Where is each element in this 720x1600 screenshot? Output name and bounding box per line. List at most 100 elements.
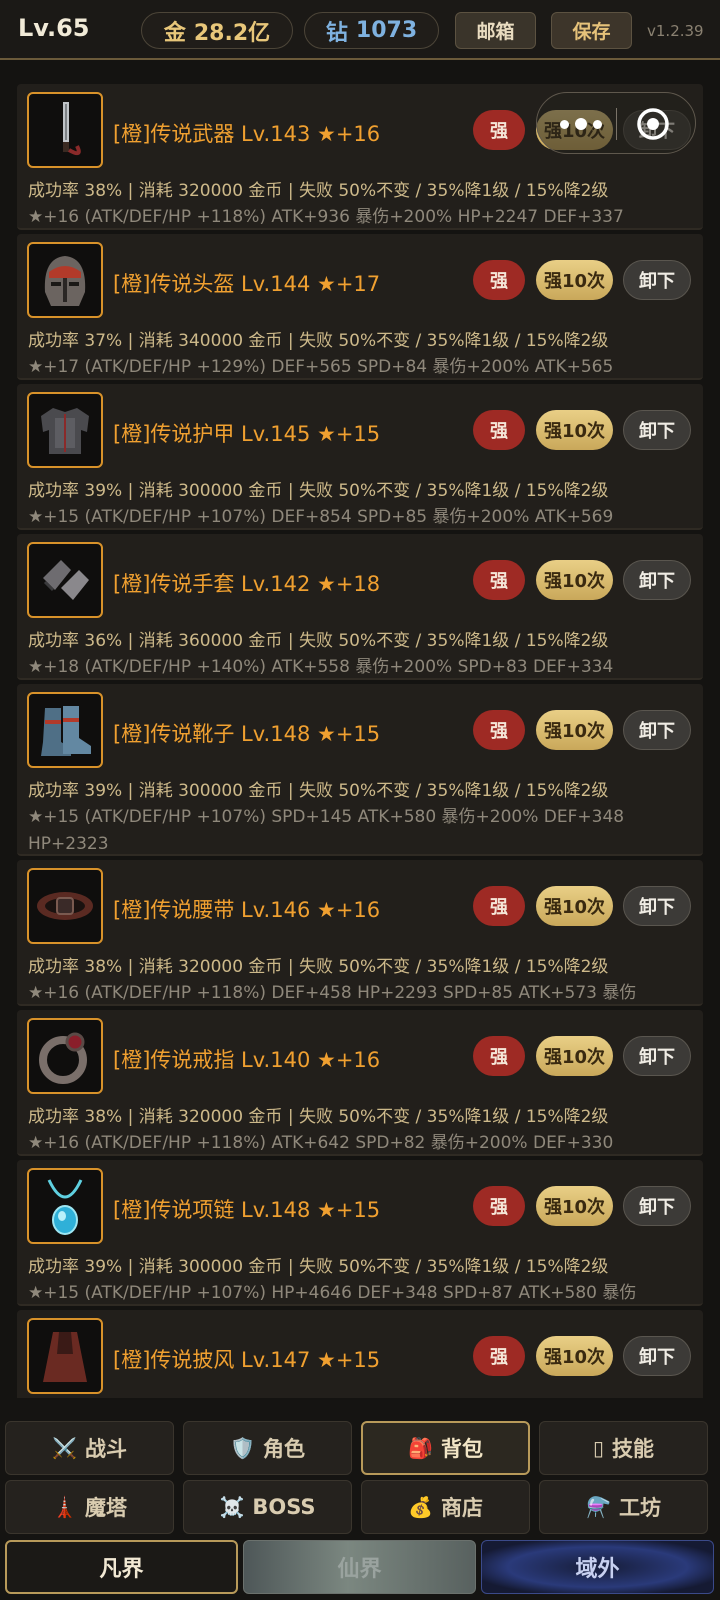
equipment-card-boots: [橙]传说靴子 Lv.148 ★+15 强 强10次 卸下 成功率 39% | …: [17, 684, 703, 856]
realm-mortal-tab[interactable]: 凡界: [5, 1540, 238, 1594]
capsule-divider: [616, 108, 617, 140]
equipment-title: [橙]传说腰带 Lv.146 ★+16: [113, 898, 381, 922]
nav-label: 角色: [262, 1437, 305, 1461]
enhance-button[interactable]: 强: [473, 260, 525, 300]
nav-label: 战斗: [84, 1437, 127, 1461]
unequip-button[interactable]: 卸下: [623, 260, 691, 300]
equipment-card-ring: [橙]传说戒指 Lv.140 ★+16 强 强10次 卸下 成功率 38% | …: [17, 1010, 703, 1180]
belt-icon: [27, 868, 103, 944]
enhance-10x-button[interactable]: 强10次: [536, 260, 613, 300]
equipment-title: [橙]传说项链 Lv.148 ★+15: [113, 1198, 381, 1222]
nav-label: 魔塔: [84, 1496, 127, 1520]
enhance-button[interactable]: 强: [473, 410, 525, 450]
armor-icon: [27, 392, 103, 468]
equipment-card-gauntlet: [橙]传说手套 Lv.142 ★+18 强 强10次 卸下 成功率 36% | …: [17, 534, 703, 704]
equipment-card-belt: [橙]传说腰带 Lv.146 ★+16 强 强10次 卸下 成功率 38% | …: [17, 860, 703, 1030]
unequip-button[interactable]: 卸下: [623, 886, 691, 926]
sword-icon: [27, 92, 103, 168]
money-bag-icon: 💰: [408, 1495, 433, 1519]
nav-label: 背包: [440, 1437, 483, 1461]
unequip-button[interactable]: 卸下: [623, 710, 691, 750]
diamond-label: 钻: [325, 20, 348, 46]
realm-immortal-tab[interactable]: 仙界: [243, 1540, 476, 1594]
nav-label: 技能: [612, 1437, 654, 1461]
equipment-title: [橙]传说护甲 Lv.145 ★+15: [113, 422, 381, 446]
equipment-card-necklace: [橙]传说项链 Lv.148 ★+15 强 强10次 卸下 成功率 39% | …: [17, 1160, 703, 1330]
unequip-button[interactable]: 卸下: [623, 560, 691, 600]
nav-workshop[interactable]: ⚗️ 工坊: [539, 1480, 708, 1534]
boots-icon: [27, 692, 103, 768]
realm-outer-tab[interactable]: 域外: [481, 1540, 714, 1594]
diamond-value: 1073: [355, 18, 418, 43]
diamond-counter: 钻 1073: [304, 12, 439, 49]
alembic-icon: ⚗️: [586, 1495, 611, 1519]
equipment-title: [橙]传说手套 Lv.142 ★+18: [113, 572, 381, 596]
necklace-icon: [27, 1168, 103, 1244]
nav-boss[interactable]: ☠️ BOSS: [183, 1480, 352, 1534]
save-button[interactable]: 保存: [551, 12, 632, 49]
enhance-10x-button[interactable]: 强10次: [536, 1186, 613, 1226]
enhance-10x-button[interactable]: 强10次: [536, 410, 613, 450]
enhance-button[interactable]: 强: [473, 1036, 525, 1076]
enhance-button[interactable]: 强: [473, 710, 525, 750]
nav-shop[interactable]: 💰 商店: [361, 1480, 530, 1534]
nav-label: 商店: [440, 1496, 483, 1520]
player-level: Lv.65: [18, 14, 90, 42]
more-icon[interactable]: [551, 107, 611, 141]
equipment-card-cloak: [橙]传说披风 Lv.147 ★+15 强 强10次 卸下: [17, 1310, 703, 1398]
enhance-button[interactable]: 强: [473, 1336, 525, 1376]
enhance-info: 成功率 39% | 消耗 300000 金币 | 失败 50%不变 / 35%降…: [28, 481, 609, 501]
nav-skills[interactable]: ▯ 技能: [539, 1421, 708, 1475]
enhance-info: 成功率 39% | 消耗 300000 金币 | 失败 50%不变 / 35%降…: [28, 1257, 609, 1277]
version-label: v1.2.39: [647, 22, 704, 40]
ring-icon: [27, 1018, 103, 1094]
cloak-icon: [27, 1318, 103, 1394]
mail-button[interactable]: 邮箱: [455, 12, 536, 49]
unequip-button[interactable]: 卸下: [623, 1336, 691, 1376]
equipment-card-armor: [橙]传说护甲 Lv.145 ★+15 强 强10次 卸下 成功率 39% | …: [17, 384, 703, 554]
enhance-info: 成功率 37% | 消耗 340000 金币 | 失败 50%不变 / 35%降…: [28, 331, 609, 351]
gold-counter: 金 28.2亿: [141, 12, 293, 49]
nav-label: 工坊: [618, 1496, 661, 1520]
enhance-button[interactable]: 强: [473, 560, 525, 600]
helmet-icon: [27, 242, 103, 318]
equipment-list[interactable]: [橙]传说武器 Lv.143 ★+16 强 强10次 卸下 成功率 38% | …: [0, 62, 720, 1398]
equipment-title: [橙]传说靴子 Lv.148 ★+15: [113, 722, 381, 746]
enhance-10x-button[interactable]: 强10次: [536, 560, 613, 600]
capsule-menu: [536, 92, 696, 154]
enhance-info: 成功率 36% | 消耗 360000 金币 | 失败 50%不变 / 35%降…: [28, 631, 609, 651]
nav-backpack[interactable]: 🎒 背包: [361, 1421, 530, 1475]
enhance-info: 成功率 39% | 消耗 300000 金币 | 失败 50%不变 / 35%降…: [28, 781, 609, 801]
equipment-card-helmet: [橙]传说头盔 Lv.144 ★+17 强 强10次 卸下 成功率 37% | …: [17, 234, 703, 404]
equipment-title: [橙]传说戒指 Lv.140 ★+16: [113, 1048, 381, 1072]
enhance-info: 成功率 38% | 消耗 320000 金币 | 失败 50%不变 / 35%降…: [28, 957, 609, 977]
gold-label: 金: [163, 20, 186, 46]
enhance-button[interactable]: 强: [473, 886, 525, 926]
equipment-title: [橙]传说头盔 Lv.144 ★+17: [113, 272, 381, 296]
enhance-button[interactable]: 强: [473, 1186, 525, 1226]
unequip-button[interactable]: 卸下: [623, 410, 691, 450]
skill-icon: ▯: [592, 1436, 604, 1460]
enhance-10x-button[interactable]: 强10次: [536, 1336, 613, 1376]
gauntlet-icon: [27, 542, 103, 618]
equipment-title: [橙]传说披风 Lv.147 ★+15: [113, 1348, 381, 1372]
nav-tower[interactable]: 🗼 魔塔: [5, 1480, 174, 1534]
equipment-title: [橙]传说武器 Lv.143 ★+16: [113, 122, 381, 146]
nav-battle[interactable]: ⚔️ 战斗: [5, 1421, 174, 1475]
enhance-10x-button[interactable]: 强10次: [536, 710, 613, 750]
top-bar: Lv.65 金 28.2亿 钻 1073 邮箱 保存 v1.2.39: [0, 0, 720, 60]
backpack-icon: 🎒: [408, 1436, 433, 1460]
gold-value: 28.2亿: [193, 20, 271, 46]
unequip-button[interactable]: 卸下: [623, 1186, 691, 1226]
enhance-button[interactable]: 强: [473, 110, 525, 150]
enhance-10x-button[interactable]: 强10次: [536, 1036, 613, 1076]
close-icon[interactable]: [634, 105, 672, 143]
nav-character[interactable]: 🛡️ 角色: [183, 1421, 352, 1475]
enhance-10x-button[interactable]: 强10次: [536, 886, 613, 926]
enhance-info: 成功率 38% | 消耗 320000 金币 | 失败 50%不变 / 35%降…: [28, 1107, 609, 1127]
stat-info: ★+15 (ATK/DEF/HP +107%) SPD+145 ATK+580 …: [28, 807, 625, 854]
nav-label: BOSS: [252, 1495, 316, 1519]
tower-icon: 🗼: [52, 1495, 77, 1519]
crossed-swords-icon: ⚔️: [52, 1436, 77, 1460]
unequip-button[interactable]: 卸下: [623, 1036, 691, 1076]
